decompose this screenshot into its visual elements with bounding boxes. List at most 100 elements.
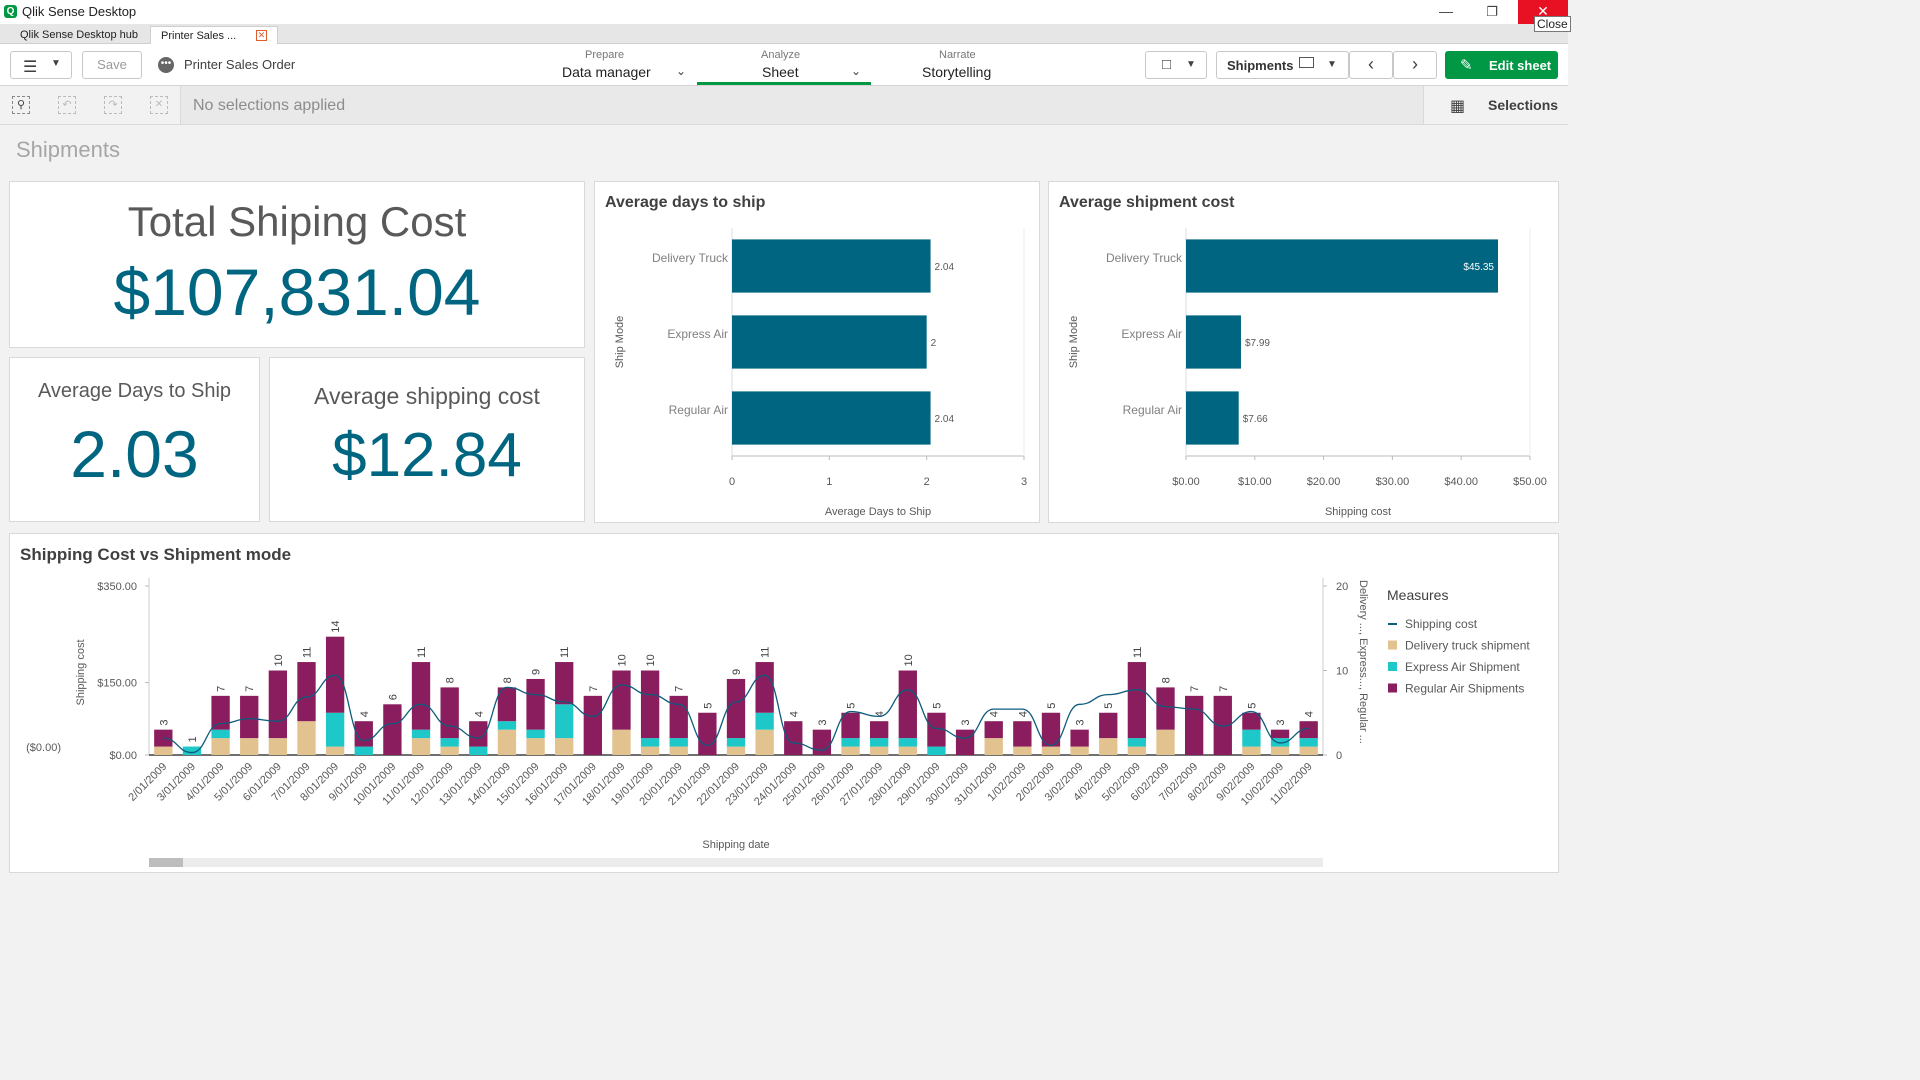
selections-status: No selections applied	[193, 97, 346, 114]
selections-tool-button[interactable]: ▦ Selections	[1440, 90, 1560, 120]
tab-app[interactable]: Printer Sales ... ✕	[150, 26, 278, 44]
chart-shipping-cost-vs-mode[interactable]: Shipping Cost vs Shipment mode $350.00 $1…	[9, 533, 1559, 873]
bar-total-label: 3	[158, 720, 170, 726]
tab-bar: Qlik Sense Desktop hub Printer Sales ...…	[0, 24, 1568, 44]
bar	[1186, 239, 1499, 293]
bar-delivery	[240, 738, 259, 755]
bar-express	[841, 738, 860, 747]
x-tick-label: 1	[826, 476, 832, 488]
bar-regular	[669, 695, 688, 739]
bar-delivery	[497, 729, 517, 755]
bar-regular	[726, 678, 746, 739]
bookmarks-button[interactable]: □ ▼	[1145, 51, 1207, 79]
legend-line-swatch	[1388, 623, 1397, 625]
bar-total-label: 7	[216, 686, 228, 692]
bar-total-label: 6	[387, 694, 399, 700]
minimize-button[interactable]: —	[1430, 0, 1462, 24]
bar-total-label: 5	[846, 703, 858, 709]
global-menu-button[interactable]: ☰ ▼	[10, 51, 72, 79]
kpi-title: Average Days to Ship	[37, 380, 232, 402]
x-tick-label: 0	[729, 476, 735, 488]
restore-button[interactable]: ❐	[1476, 0, 1508, 24]
bar-regular	[812, 729, 832, 755]
bar-delivery	[154, 746, 173, 755]
y-right-axis-title: Delivery ..., Express..., Regular ...	[1357, 580, 1369, 744]
tab-hub[interactable]: Qlik Sense Desktop hub	[10, 26, 150, 44]
kpi-value: 2.03	[70, 417, 199, 491]
y-right-tick-label: 20	[1336, 581, 1348, 593]
tab-label: Printer Sales ...	[161, 30, 237, 42]
scrollbar-thumb[interactable]	[149, 858, 183, 867]
bar-regular	[898, 670, 917, 739]
bar-total-label: 11	[416, 647, 428, 658]
bar-delivery	[1242, 746, 1261, 755]
bar-delivery	[411, 738, 431, 755]
x-tick-label: $0.00	[1172, 476, 1200, 488]
bar-delivery	[640, 746, 660, 755]
y-tick-label: $150.00	[97, 678, 137, 690]
nav-analyze[interactable]: Analyze Sheet ⌄	[697, 47, 871, 85]
bar-total-label: 10	[273, 654, 285, 666]
bar-express	[325, 712, 345, 747]
bar-regular	[698, 712, 717, 755]
nav-prepare[interactable]: Prepare Data manager ⌄	[540, 47, 690, 83]
data-label: 2.04	[935, 262, 955, 273]
bar-express	[1299, 738, 1318, 747]
bar-express	[669, 738, 688, 747]
chart-average-shipment-cost[interactable]: Average shipment cost $0.00 $10.00 $20.00 $…	[1048, 181, 1559, 523]
bar-delivery	[1013, 746, 1032, 755]
window-title: Qlik Sense Desktop	[22, 4, 137, 19]
bar-delivery	[1070, 746, 1089, 755]
kpi-total-shipping-cost[interactable]: Total Shiping Cost $107,831.04	[9, 181, 585, 348]
bar-total-label: 3	[1075, 720, 1087, 726]
category-label: Express Air	[667, 327, 728, 341]
hamburger-icon: ☰	[23, 59, 38, 76]
bar-total-label: 9	[531, 669, 543, 675]
selections-label: Selections	[1488, 97, 1559, 113]
clear-all-icon[interactable]: ✕	[150, 96, 168, 114]
x-tick-label: 3	[1021, 476, 1027, 488]
x-tick-label: $10.00	[1238, 476, 1272, 488]
nav-narrate[interactable]: Narrate Storytelling	[900, 47, 1020, 83]
bar-delivery	[297, 721, 316, 755]
bar-delivery	[268, 738, 288, 755]
kpi-average-shipping-cost[interactable]: Average shipping cost $12.84	[269, 357, 585, 522]
data-label: 2	[931, 338, 937, 349]
bar-regular	[612, 670, 631, 730]
previous-sheet-button[interactable]: ‹	[1349, 51, 1393, 79]
bar-chart-svg: $0.00 $10.00 $20.00 $30.00 $40.00 $50.00 Deliv…	[1068, 228, 1547, 518]
nav-narrate-label: Storytelling	[922, 64, 992, 80]
y-tick-label: ($0.00)	[26, 742, 61, 754]
edit-sheet-button[interactable]: ✎ Edit sheet	[1445, 51, 1558, 79]
bar-regular	[870, 721, 889, 739]
next-sheet-button[interactable]: ›	[1393, 51, 1437, 79]
x-tick-label: 2	[924, 476, 930, 488]
bar-chart-svg: 0 1 2 3 Delivery Truck 2.04 Express Air 2 Regula…	[614, 228, 1027, 518]
bar-regular	[1127, 662, 1147, 739]
bar-total-label: 4	[473, 711, 485, 717]
step-forward-icon[interactable]: ↷	[104, 96, 122, 114]
bar-delivery	[612, 729, 631, 755]
bar-regular	[526, 678, 545, 730]
bar-regular	[640, 670, 660, 739]
step-back-icon[interactable]: ↶	[58, 96, 76, 114]
chart-average-days-to-ship[interactable]: Average days to ship 0 1 2 3 Delivery Truck 2…	[594, 181, 1040, 523]
bar-delivery	[1156, 729, 1175, 755]
bar-total-label: 10	[616, 654, 628, 666]
bar-express	[898, 738, 917, 747]
bar-total-label: 7	[244, 686, 256, 692]
y-tick-label: $0.00	[109, 750, 137, 762]
sheet-selector[interactable]: Shipments ▼	[1216, 51, 1349, 79]
kpi-average-days-to-ship[interactable]: Average Days to Ship 2.03	[9, 357, 260, 522]
app-options-icon[interactable]: •••	[158, 57, 174, 73]
tab-close-icon[interactable]: ✕	[256, 30, 267, 41]
smart-search-icon[interactable]: ⚲	[12, 96, 30, 114]
nav-prepare-small: Prepare	[585, 49, 625, 61]
save-button[interactable]: Save	[82, 51, 142, 79]
category-label: Delivery Truck	[652, 251, 729, 265]
bar-total-label: 11	[760, 647, 772, 658]
bar-regular	[555, 662, 574, 705]
combo-chart-svg: $350.00$150.00$0.00($0.00)2010032/01/200…	[26, 578, 1530, 867]
bar-express	[497, 721, 517, 730]
bar-total-label: 5	[1103, 703, 1115, 709]
